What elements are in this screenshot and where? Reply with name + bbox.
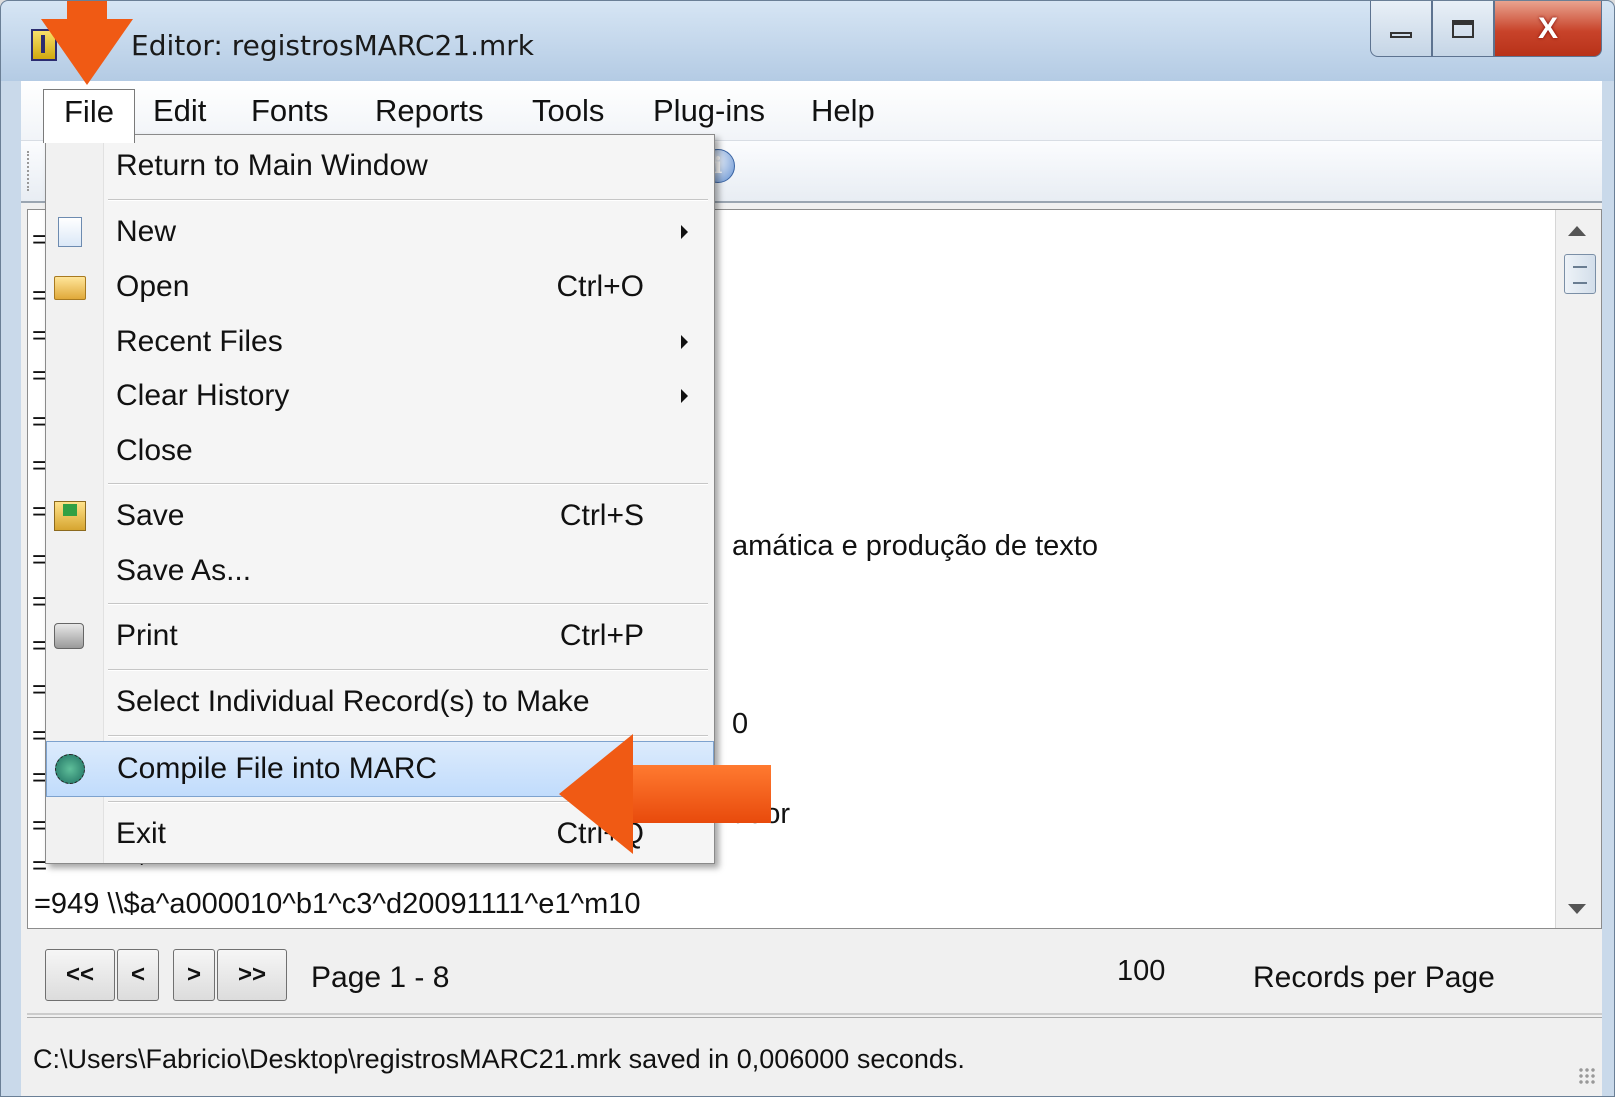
scroll-down-icon[interactable] [1568, 904, 1586, 914]
submenu-arrow-icon [681, 225, 688, 239]
printer-icon [54, 623, 84, 649]
window-controls: X [1370, 1, 1602, 65]
menu-file[interactable]: File [43, 89, 135, 143]
submenu-arrow-icon [681, 389, 688, 403]
menu-item-label: Exit [116, 817, 167, 850]
menu-item-clear-history[interactable]: Clear History [46, 369, 714, 425]
menu-item-label: Return to Main Window [116, 149, 428, 182]
status-text: C:\Users\Fabricio\Desktop\registrosMARC2… [33, 1044, 965, 1074]
submenu-arrow-icon [681, 335, 688, 349]
menu-edit[interactable]: Edit [133, 89, 226, 137]
annotation-arrow-down-icon [41, 19, 133, 85]
save-icon [54, 501, 86, 531]
folder-icon [54, 276, 86, 300]
menu-separator [108, 199, 708, 201]
page-indicator: Page 1 - 8 [311, 961, 450, 994]
menu-item-close[interactable]: Close [46, 424, 714, 480]
menu-item-label: Clear History [116, 379, 290, 412]
menu-separator [108, 669, 708, 671]
records-per-page-value[interactable]: 100 [1117, 955, 1165, 988]
scroll-thumb[interactable] [1564, 254, 1596, 294]
menu-item-label: Open [116, 270, 190, 303]
records-per-page-label: Records per Page [1253, 961, 1495, 994]
prev-page-button[interactable]: < [117, 949, 159, 1001]
menu-tools[interactable]: Tools [512, 89, 624, 137]
vertical-scrollbar[interactable] [1555, 210, 1601, 928]
menu-help[interactable]: Help [791, 89, 895, 137]
menu-item-label: Close [116, 434, 193, 467]
menu-item-shortcut: Ctrl+O [556, 270, 644, 303]
menu-item-label: Save As... [116, 554, 252, 587]
menu-item-shortcut: Ctrl+S [559, 499, 644, 532]
editor-window: Editor: registrosMARC21.mrk X File Edit … [0, 0, 1615, 1097]
window-title: Editor: registrosMARC21.mrk [131, 29, 535, 62]
menu-item-label: New [116, 215, 177, 248]
annotation-arrow-left-icon [559, 734, 633, 854]
menu-item-new[interactable]: New [46, 205, 714, 261]
menu-item-open[interactable]: Open Ctrl+O [46, 260, 714, 316]
menu-item-print[interactable]: Print Ctrl+P [46, 609, 714, 665]
minimize-icon [1390, 31, 1412, 38]
pager: << < > >> Page 1 - 8 100 Records per Pag… [27, 931, 1602, 1015]
close-button[interactable]: X [1494, 1, 1602, 57]
maximize-button[interactable] [1432, 1, 1494, 57]
menu-item-label: Save [116, 499, 185, 532]
editor-line: amática e produção de texto [732, 530, 1098, 562]
menu-item-label: Compile File into MARC [117, 752, 438, 785]
last-page-button[interactable]: >> [217, 949, 287, 1001]
toolbar-grip[interactable] [27, 151, 31, 191]
new-file-icon [58, 217, 82, 247]
scroll-up-icon[interactable] [1568, 226, 1586, 236]
menu-fonts[interactable]: Fonts [231, 89, 349, 137]
menu-item-label: Recent Files [116, 325, 283, 358]
menu-separator [108, 483, 708, 485]
menu-item-return-main[interactable]: Return to Main Window [46, 139, 714, 195]
menu-plugins[interactable]: Plug-ins [633, 89, 785, 137]
editor-line: =949 \\$a^a000010^b1^c3^d20091111^e1^m10 [34, 888, 641, 920]
menu-item-label: Print [116, 619, 178, 652]
menu-separator [108, 603, 708, 605]
annotation-arrow-down-icon [67, 1, 107, 21]
title-bar[interactable]: Editor: registrosMARC21.mrk X [1, 1, 1614, 81]
menu-item-label: Select Individual Record(s) to Make [116, 685, 590, 718]
menu-item-save[interactable]: Save Ctrl+S [46, 489, 714, 545]
status-bar: C:\Users\Fabricio\Desktop\registrosMARC2… [27, 1017, 1602, 1095]
menu-reports[interactable]: Reports [355, 89, 504, 137]
annotation-arrow-left-icon [629, 765, 771, 823]
menu-bar: File Edit Fonts Reports Tools Plug-ins H… [21, 81, 1602, 143]
first-page-button[interactable]: << [45, 949, 115, 1001]
maximize-icon [1452, 19, 1474, 38]
menu-item-recent-files[interactable]: Recent Files [46, 315, 714, 371]
minimize-button[interactable] [1370, 1, 1432, 57]
menu-item-shortcut: Ctrl+P [559, 619, 644, 652]
resize-grip-icon[interactable] [1578, 1067, 1596, 1085]
editor-line: 0 [732, 708, 749, 740]
menu-item-save-as[interactable]: Save As... [46, 544, 714, 600]
menu-item-select-records[interactable]: Select Individual Record(s) to Make [46, 675, 714, 731]
compile-icon [55, 754, 85, 784]
next-page-button[interactable]: > [173, 949, 215, 1001]
